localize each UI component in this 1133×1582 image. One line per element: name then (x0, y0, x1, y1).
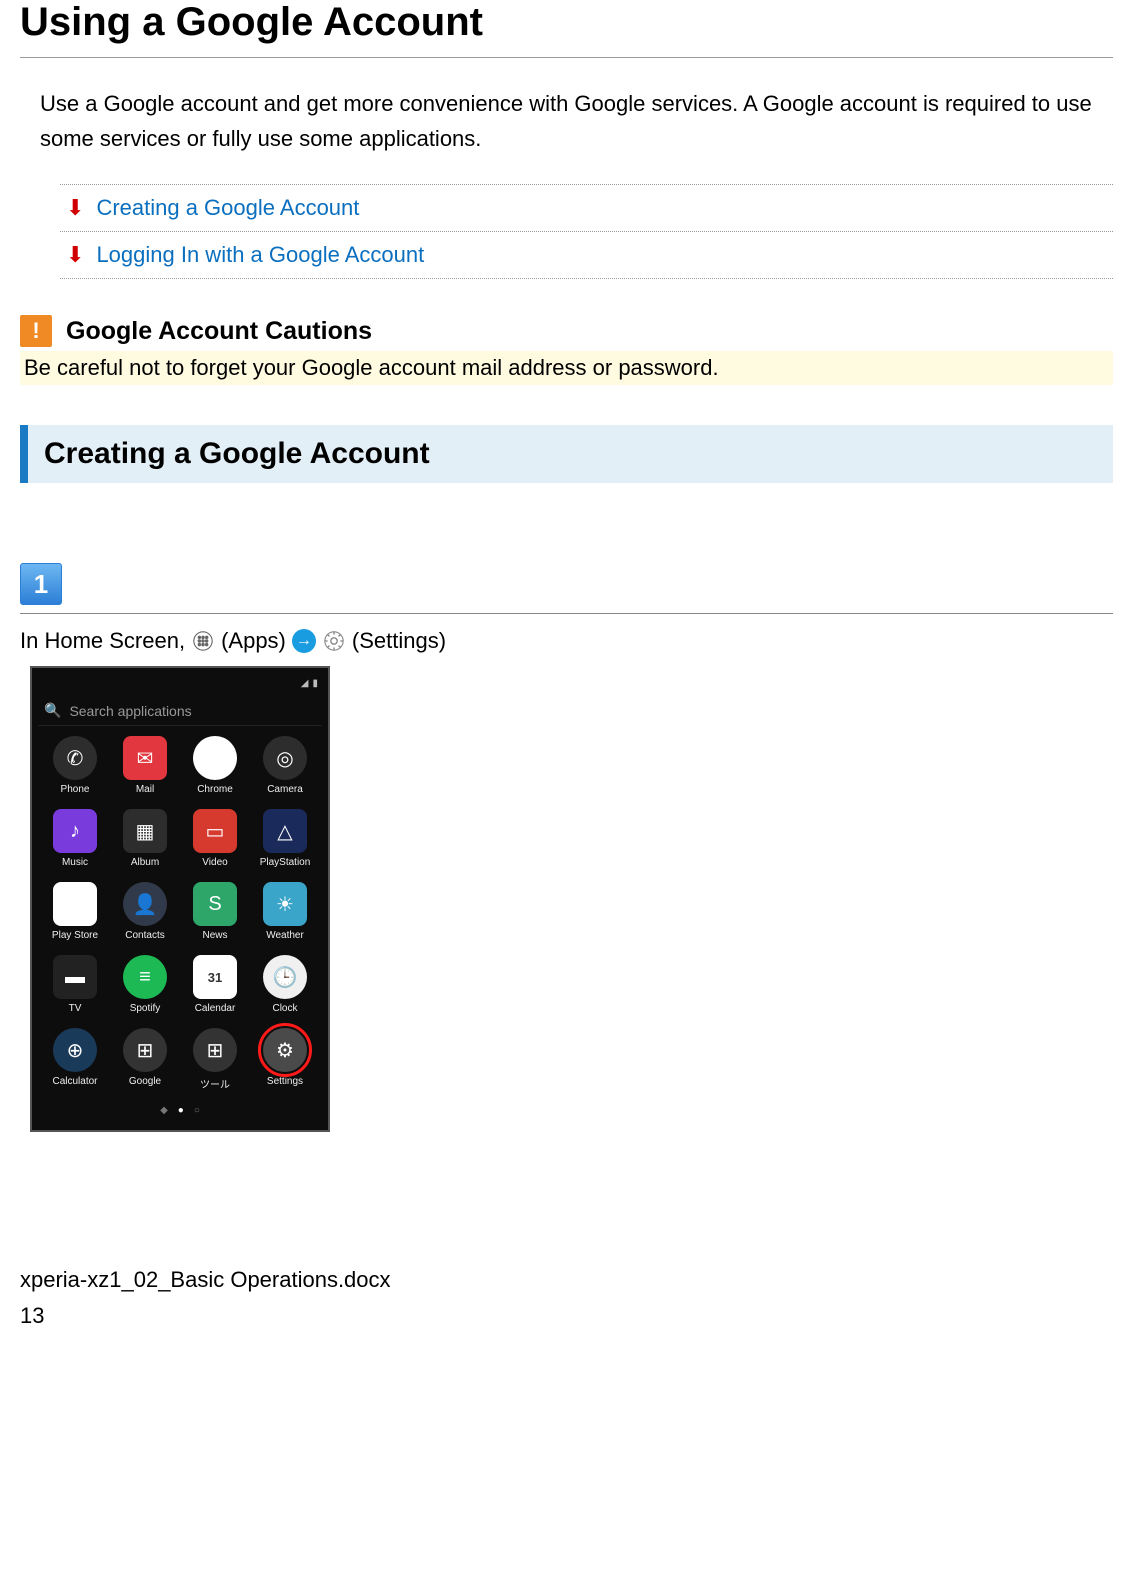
section-heading: Creating a Google Account (20, 425, 1113, 483)
app-icon: ☀ (263, 882, 307, 926)
app-label: Phone (61, 784, 90, 795)
app-icon: S (193, 882, 237, 926)
apps-drawer-icon (191, 629, 215, 653)
page-indicator: ◆●○ (38, 1105, 322, 1116)
step-block: 1 In Home Screen, (Apps) → (20, 563, 1113, 1132)
app-icon: ♪ (53, 809, 97, 853)
app-icon: ⊕ (53, 1028, 97, 1072)
caution-title: Google Account Cautions (66, 317, 372, 346)
app-label: Calculator (52, 1076, 97, 1087)
footer-page-number: 13 (20, 1298, 1113, 1333)
app-item: ◉ Chrome (182, 736, 248, 795)
app-item: 👤 Contacts (112, 882, 178, 941)
step-settings-label: (Settings) (352, 628, 446, 654)
app-icon: ⊞ (193, 1028, 237, 1072)
app-item: S News (182, 882, 248, 941)
step-instruction: In Home Screen, (Apps) → (20, 628, 1113, 654)
footer-filename: xperia-xz1_02_Basic Operations.docx (20, 1262, 1113, 1297)
app-label: Chrome (197, 784, 233, 795)
app-item: 31 Calendar (182, 955, 248, 1014)
app-icon: ▶ (53, 882, 97, 926)
search-icon: 🔍 (44, 702, 61, 719)
app-icon: ◎ (263, 736, 307, 780)
app-label: Album (131, 857, 159, 868)
page-title: Using a Google Account (20, 0, 1113, 58)
app-item: ⊞ Google (112, 1028, 178, 1091)
app-icon: ✆ (53, 736, 97, 780)
app-label: Video (202, 857, 227, 868)
step-divider (20, 613, 1113, 614)
app-icon: ✉ (123, 736, 167, 780)
app-item: ⚙ Settings (252, 1028, 318, 1091)
settings-gear-icon (322, 629, 346, 653)
intro-text: Use a Google account and get more conven… (20, 86, 1113, 156)
app-label: Calendar (195, 1003, 236, 1014)
app-item: ◎ Camera (252, 736, 318, 795)
app-icon: ≡ (123, 955, 167, 999)
app-label: TV (69, 1003, 82, 1014)
app-icon: ▭ (193, 809, 237, 853)
app-icon: ⊞ (123, 1028, 167, 1072)
app-item: 🕒 Clock (252, 955, 318, 1014)
app-item: ☀ Weather (252, 882, 318, 941)
app-label: Music (62, 857, 88, 868)
app-item: ♪ Music (42, 809, 108, 868)
app-item: ▭ Video (182, 809, 248, 868)
app-icon: △ (263, 809, 307, 853)
app-item: ≡ Spotify (112, 955, 178, 1014)
down-arrow-icon: ⬇ (66, 197, 84, 219)
app-label: Camera (267, 784, 303, 795)
down-arrow-icon: ⬇ (66, 244, 84, 266)
exclamation-icon: ! (20, 315, 52, 347)
toc-item[interactable]: ⬇ Logging In with a Google Account (60, 231, 1113, 279)
search-placeholder: Search applications (69, 703, 191, 719)
app-label: Settings (267, 1076, 303, 1087)
app-icon: 🕒 (263, 955, 307, 999)
app-label: Play Store (52, 930, 98, 941)
page-footer: xperia-xz1_02_Basic Operations.docx 13 (20, 1262, 1113, 1332)
app-label: News (202, 930, 227, 941)
app-icon: 👤 (123, 882, 167, 926)
toc-link[interactable]: Logging In with a Google Account (96, 242, 424, 268)
step-number-badge: 1 (20, 563, 62, 605)
app-item: ▦ Album (112, 809, 178, 868)
app-label: Mail (136, 784, 154, 795)
toc-list: ⬇ Creating a Google Account ⬇ Logging In… (60, 184, 1113, 279)
app-item: ▶ Play Store (42, 882, 108, 941)
app-item: ✆ Phone (42, 736, 108, 795)
app-item: △ PlayStation (252, 809, 318, 868)
app-label: Weather (266, 930, 304, 941)
caution-box: ! Google Account Cautions Be careful not… (20, 311, 1113, 385)
app-icon: ▬ (53, 955, 97, 999)
app-icon: ⚙ (263, 1028, 307, 1072)
toc-link[interactable]: Creating a Google Account (96, 195, 359, 221)
app-icon: 31 (193, 955, 237, 999)
signal-icon: ◢ (301, 678, 309, 689)
phone-screenshot: ◢ ▮ 🔍 Search applications ✆ Phone ✉ Mail ◉ Ch… (30, 666, 330, 1132)
phone-search-bar: 🔍 Search applications (38, 696, 322, 726)
toc-item[interactable]: ⬇ Creating a Google Account (60, 184, 1113, 231)
app-item: ⊕ Calculator (42, 1028, 108, 1091)
app-item: ✉ Mail (112, 736, 178, 795)
caution-body: Be careful not to forget your Google acc… (20, 351, 1113, 385)
app-icon: ▦ (123, 809, 167, 853)
app-label: ツール (200, 1076, 230, 1091)
caution-header: ! Google Account Cautions (20, 311, 1113, 351)
arrow-right-circle-icon: → (292, 629, 316, 653)
step-apps-label: (Apps) (221, 628, 286, 654)
app-label: Spotify (130, 1003, 161, 1014)
app-label: Clock (272, 1003, 297, 1014)
app-label: PlayStation (260, 857, 311, 868)
app-label: Contacts (125, 930, 164, 941)
app-item: ▬ TV (42, 955, 108, 1014)
app-label: Google (129, 1076, 161, 1087)
battery-icon: ▮ (312, 678, 318, 689)
phone-status-bar: ◢ ▮ (38, 676, 322, 690)
app-grid: ✆ Phone ✉ Mail ◉ Chrome ◎ Camera ♪ Music ▦ Album ▭ Vi… (38, 736, 322, 1091)
app-icon: ◉ (193, 736, 237, 780)
step-text-prefix: In Home Screen, (20, 628, 185, 654)
app-item: ⊞ ツール (182, 1028, 248, 1091)
